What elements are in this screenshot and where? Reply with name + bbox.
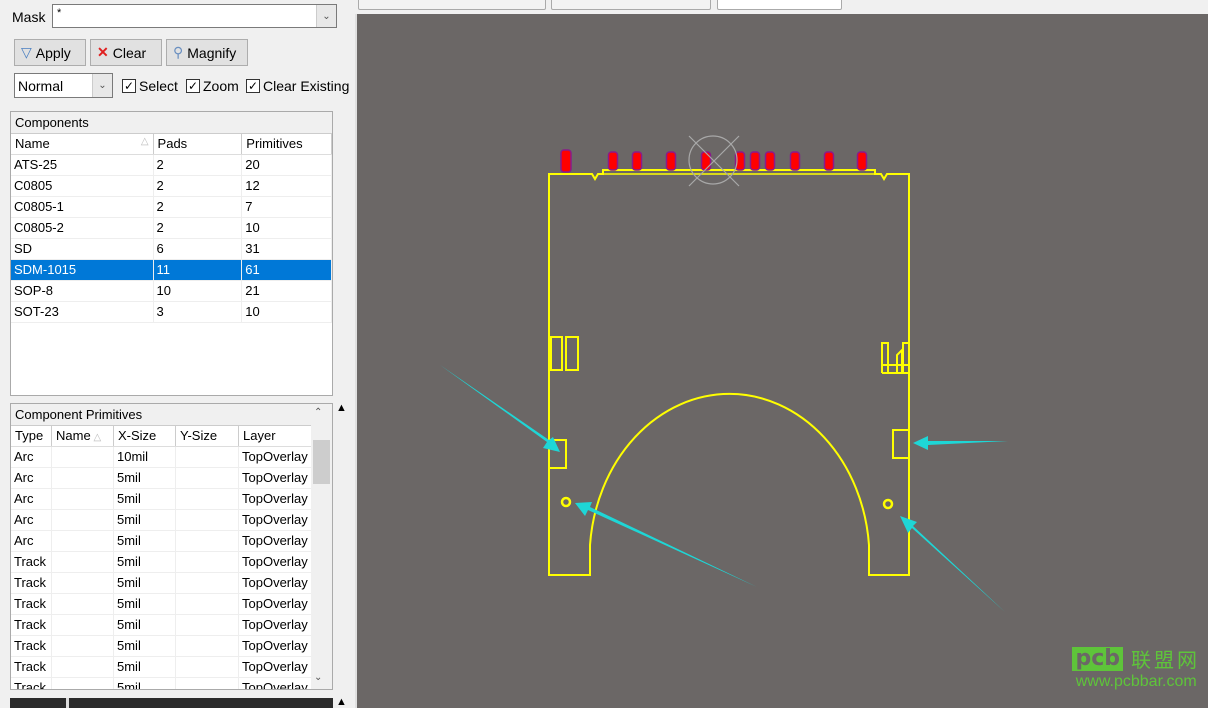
overlay-rect — [565, 336, 579, 371]
smd-pad[interactable] — [789, 151, 801, 171]
footprint-drawing — [440, 135, 1008, 612]
smd-pad[interactable] — [856, 151, 868, 171]
overlay-rect — [892, 429, 910, 459]
watermark-pcb: pcb — [1072, 646, 1123, 671]
smd-pad[interactable] — [560, 149, 572, 173]
smd-pad[interactable] — [665, 151, 677, 171]
watermark-logo: pcb 联盟网 www.pcbbar.com — [1072, 644, 1200, 691]
smd-pad[interactable] — [607, 151, 619, 171]
watermark-url: www.pcbbar.com — [1075, 673, 1197, 690]
origin-crosshair — [688, 135, 740, 187]
mounting-hole — [560, 496, 572, 508]
overlay-rect — [881, 342, 910, 374]
arrow-annotation — [900, 516, 1005, 612]
watermark-cn: 联盟网 — [1131, 650, 1200, 672]
mounting-hole — [882, 498, 894, 510]
smd-pad[interactable] — [823, 151, 835, 171]
arrow-annotation — [913, 436, 1008, 450]
overlay-rect — [550, 336, 563, 371]
smd-pad[interactable] — [631, 151, 643, 171]
arrow-annotation — [575, 502, 757, 587]
annotation-arrows — [440, 365, 1008, 612]
smd-pad[interactable] — [764, 151, 776, 171]
arrow-annotation — [440, 365, 560, 452]
smd-pad[interactable] — [700, 151, 712, 171]
smd-pad[interactable] — [749, 151, 761, 171]
